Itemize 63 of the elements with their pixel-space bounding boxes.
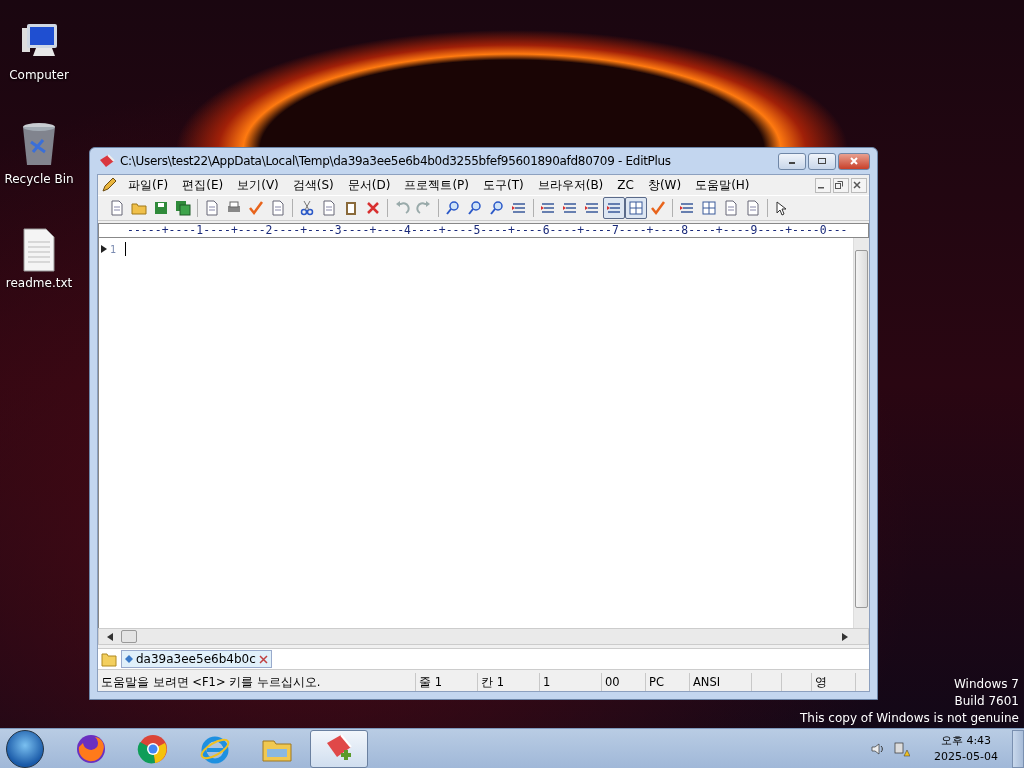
menu-item[interactable]: 문서(D) <box>340 176 398 194</box>
network-icon[interactable] <box>894 740 911 757</box>
watermark-text: Windows 7 <box>954 676 1019 693</box>
line-number: 1 <box>110 243 118 255</box>
minimize-document-button[interactable] <box>815 177 831 193</box>
status-text: 줄 1 <box>416 673 478 691</box>
window-title: C:\Users\test22\AppData\Local\Temp\da39a3ee5e6b4b0d3255bfef95601890afd80709 - EditPlus <box>120 154 671 168</box>
app-icon <box>99 154 115 168</box>
menu-item[interactable]: 프로젝트(P) <box>397 176 476 194</box>
show-desktop-button[interactable] <box>1012 729 1024 768</box>
menu-item[interactable]: 편집(E) <box>175 176 231 194</box>
scroll-left-icon[interactable] <box>107 632 113 641</box>
taskbar-app-button[interactable] <box>310 729 368 768</box>
scroll-right-icon[interactable] <box>842 632 848 641</box>
current-line-marker-icon <box>101 245 107 253</box>
maximize-icon <box>817 157 827 165</box>
close-document-button[interactable] <box>851 177 867 193</box>
menu-item[interactable]: 검색(S) <box>285 176 341 194</box>
close-icon <box>853 181 861 189</box>
diamond-icon <box>125 655 133 663</box>
document-tab[interactable]: da39a3ee5e6b4b0c <box>121 650 272 668</box>
status-text: PC <box>646 673 690 691</box>
trash-bin-icon[interactable] <box>21 122 57 168</box>
start-button[interactable] <box>6 729 44 768</box>
desktop-icon-label[interactable]: Computer <box>9 68 69 82</box>
menu-item[interactable]: 보기(V) <box>230 176 286 194</box>
scrollbar-thumb[interactable] <box>121 630 137 643</box>
text-file-icon[interactable] <box>23 228 55 272</box>
close-button[interactable] <box>838 152 870 170</box>
menu-item[interactable]: 브라우저(B) <box>530 176 611 194</box>
restore-icon <box>835 181 843 189</box>
text-cursor <box>125 242 126 256</box>
vertical-scrollbar[interactable] <box>853 238 869 628</box>
status-text: 00 <box>602 673 646 691</box>
menu-item[interactable]: 창(W) <box>640 176 689 194</box>
close-icon[interactable] <box>258 654 268 664</box>
menu-item[interactable]: ZC <box>610 178 641 192</box>
word-wrap-icon[interactable] <box>603 197 625 219</box>
status-text: 칸 1 <box>478 673 540 691</box>
firefox-icon <box>75 732 107 765</box>
restore-document-button[interactable] <box>833 177 849 193</box>
desktop-icon-label[interactable]: readme.txt <box>5 276 73 290</box>
scrollbar-thumb[interactable] <box>855 250 868 608</box>
folder-icon[interactable] <box>101 651 117 667</box>
horizontal-scrollbar[interactable] <box>98 628 869 645</box>
status-text: 영 <box>812 673 856 691</box>
clock-date[interactable]: 2025-05-04 <box>934 748 998 765</box>
menu-item[interactable]: 파일(F) <box>121 176 176 194</box>
menu-item[interactable]: 도움말(H) <box>688 176 757 194</box>
menu-item[interactable]: 도구(T) <box>476 176 531 194</box>
status-text: ANSI <box>690 673 752 691</box>
chrome-icon <box>137 732 169 765</box>
close-icon <box>849 157 859 165</box>
watermark-text: Build 7601 <box>954 693 1019 710</box>
watermark-text: This copy of Windows is not genuine <box>800 710 1019 727</box>
status-text: 1 <box>540 673 602 691</box>
maximize-button[interactable] <box>808 152 836 170</box>
pencil-icon <box>101 177 117 193</box>
desktop-icon-label[interactable]: Recycle Bin <box>4 172 74 186</box>
column-ruler: -----+----1----+----2----+----3----+----4----+----5----+----6----+----7----+----8----+----9----+----0--- <box>127 225 848 236</box>
status-text: 도움말을 보려면 <F1> 키를 누르십시오. <box>98 673 416 691</box>
clock-time[interactable]: 오후 4:43 <box>940 732 992 749</box>
minimize-button[interactable] <box>778 152 806 170</box>
